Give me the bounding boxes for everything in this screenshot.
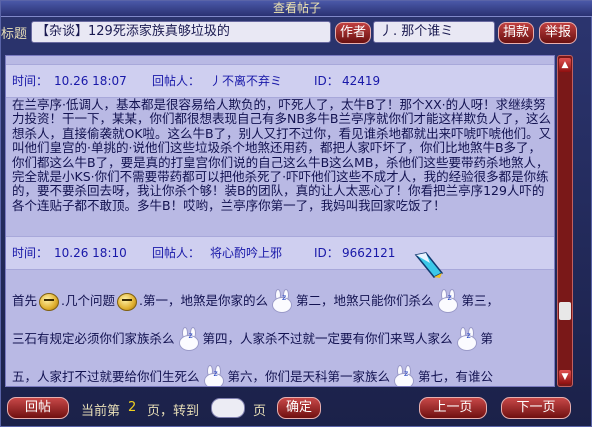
reply-time: 10.26 18:10 bbox=[54, 246, 127, 260]
time-label: 时间： bbox=[12, 74, 49, 88]
sleeping-bunny-icon: z bbox=[436, 288, 460, 315]
footer-bar: 回帖 当前第 2 页，转到 页 确定 上一页 下一页 bbox=[1, 393, 592, 427]
smile-emoticon-icon bbox=[117, 292, 137, 311]
header-row: 标题 【杂谈】129死添家族真够垃圾的 作者 丿. 那个谁ミ 捐款 举报 bbox=[1, 19, 592, 47]
reply-text: 第六，你们是天科第一家族么 bbox=[227, 369, 391, 384]
poster-id: 42419 bbox=[342, 74, 381, 88]
next-page-button[interactable]: 下一页 bbox=[501, 397, 571, 419]
reply-text: 第 bbox=[480, 331, 494, 346]
poster-label: 回帖人： bbox=[152, 74, 201, 88]
reply-header: 时间： 10.26 18:10 回帖人： 将心酌吟上邪 ID： 9662121 bbox=[6, 236, 554, 270]
page-number-input[interactable] bbox=[211, 398, 245, 418]
reply-header: 时间： 10.26 18:07 回帖人： 丿不离不弃ミ ID： 42419 bbox=[6, 64, 554, 98]
post-content-area[interactable]: 时间： 10.26 18:07 回帖人： 丿不离不弃ミ ID： 42419 在兰… bbox=[5, 55, 555, 387]
author-button[interactable]: 作者 bbox=[335, 22, 371, 44]
reply-text: 三石有规定必须你们家族杀么 bbox=[12, 331, 175, 346]
reply-text: 第二，地煞只能你们杀么 bbox=[295, 293, 434, 308]
report-button[interactable]: 举报 bbox=[539, 22, 577, 44]
id-label: ID： bbox=[314, 246, 339, 260]
subject-field: 【杂谈】129死添家族真够垃圾的 bbox=[31, 21, 331, 43]
poster-name[interactable]: 将心酌吟上邪 bbox=[210, 237, 282, 269]
reply-text: 第四，人家杀不过就一定要有你们来骂人家么 bbox=[202, 331, 453, 346]
sleeping-bunny-icon: z bbox=[202, 364, 226, 386]
cursor-gem-icon bbox=[414, 252, 444, 278]
reply-line: 首先 .几个问题 .第一，地煞是你家的么 z 第二，地煞只能你们杀么 z 第三， bbox=[12, 288, 499, 315]
reply-body: 在兰亭序·低调人，基本都是很容易给人欺负的，吓死人了，太牛B了！那个XX·的人呀… bbox=[12, 97, 552, 213]
reply-time: 10.26 18:07 bbox=[54, 74, 127, 88]
sleeping-bunny-icon: z bbox=[392, 364, 416, 386]
current-page-label: 当前第 bbox=[81, 404, 121, 419]
scroll-up-icon[interactable]: ▲ bbox=[559, 58, 571, 72]
subject-label: 标题 bbox=[1, 27, 28, 42]
reply-button[interactable]: 回帖 bbox=[7, 397, 69, 419]
vertical-scrollbar[interactable]: ▲ ▼ bbox=[557, 55, 573, 387]
page-suffix: 页 bbox=[253, 404, 267, 419]
poster-label: 回帖人： bbox=[152, 246, 201, 260]
donate-button[interactable]: 捐款 bbox=[498, 22, 534, 44]
window-title: 查看帖子 bbox=[272, 1, 321, 15]
reply-line: 五，人家打不过就要给你们生死么 z 第六，你们是天科第一家族么 z 第七，有谁公 bbox=[12, 364, 494, 386]
confirm-button[interactable]: 确定 bbox=[277, 397, 321, 419]
sleeping-bunny-icon: z bbox=[177, 326, 201, 353]
author-field: 丿. 那个谁ミ bbox=[373, 21, 495, 43]
poster-id: 9662121 bbox=[342, 246, 396, 260]
reply-text: 首先 bbox=[12, 293, 38, 308]
reply-text: 第三， bbox=[461, 293, 500, 308]
reply-text: .几个问题 bbox=[61, 293, 115, 308]
id-label: ID： bbox=[314, 74, 339, 88]
sleeping-bunny-icon: z bbox=[270, 288, 294, 315]
title-bar[interactable]: 查看帖子 bbox=[1, 1, 592, 17]
reply-text: 第七，有谁公 bbox=[418, 369, 494, 384]
scroll-thumb[interactable] bbox=[559, 302, 571, 320]
goto-label: 页，转到 bbox=[147, 404, 200, 419]
post-viewer-window: 查看帖子 标题 【杂谈】129死添家族真够垃圾的 作者 丿. 那个谁ミ 捐款 举… bbox=[0, 0, 592, 427]
reply-text: 五，人家打不过就要给你们生死么 bbox=[12, 369, 200, 384]
poster-name[interactable]: 丿不离不弃ミ bbox=[210, 65, 282, 97]
current-page-number: 2 bbox=[128, 400, 137, 415]
scroll-down-icon[interactable]: ▼ bbox=[559, 370, 571, 384]
prev-page-button[interactable]: 上一页 bbox=[419, 397, 487, 419]
reply-text: .第一，地煞是你家的么 bbox=[139, 293, 268, 308]
sleeping-bunny-icon: z bbox=[455, 326, 479, 353]
time-label: 时间： bbox=[12, 246, 49, 260]
reply-line: 三石有规定必须你们家族杀么 z 第四，人家杀不过就一定要有你们来骂人家么 z 第 bbox=[12, 326, 493, 353]
smile-emoticon-icon bbox=[39, 292, 60, 311]
